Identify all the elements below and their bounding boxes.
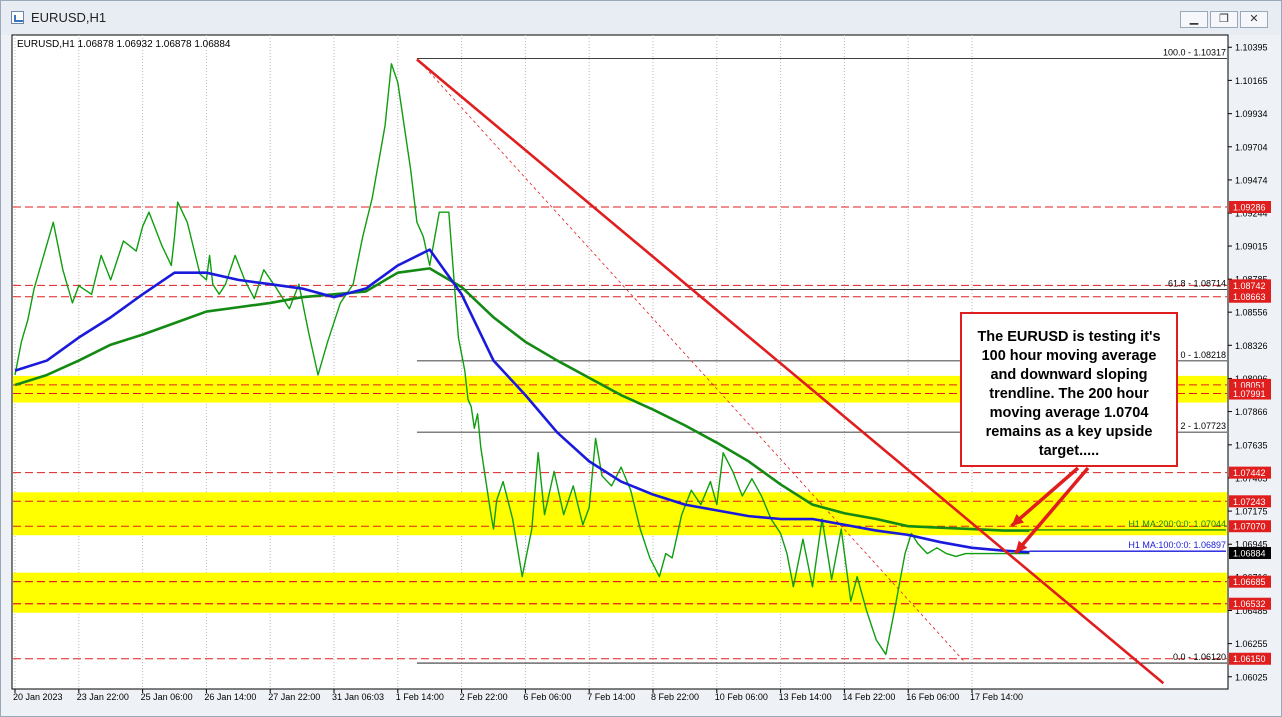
chart-header: EURUSD,H1 1.06878 1.06932 1.06878 1.0688… [17, 39, 231, 50]
price-tick-label: 1.10395 [1235, 43, 1268, 53]
price-tick-label: 1.07635 [1235, 440, 1268, 450]
price-tick-label: 1.06025 [1235, 672, 1268, 682]
price-tick-label: 1.08326 [1235, 341, 1268, 351]
price-tag-label: 1.06685 [1233, 577, 1266, 587]
price-tag-label: 1.06150 [1233, 654, 1266, 664]
time-tick-label: 16 Feb 06:00 [906, 692, 959, 702]
price-tag-label: 1.08742 [1233, 281, 1266, 291]
ma-label: H1 MA:100:0:0: 1.06897 [1128, 540, 1226, 550]
time-tick-label: 2 Feb 22:00 [460, 692, 508, 702]
time-axis: 20 Jan 2023 23 Jan 22:00 25 Jan 06:00 26 Ja… [12, 688, 1228, 702]
price-tick-label: 1.09704 [1235, 142, 1268, 152]
price-tag-label: 1.07243 [1233, 497, 1266, 507]
price-tag-label: 1.07442 [1233, 468, 1266, 478]
price-tick-label: 1.09015 [1235, 242, 1268, 252]
fib-label: 2 - 1.07723 [1180, 421, 1226, 431]
fib-label: 0 - 1.08218 [1180, 350, 1226, 360]
chart-window: EURUSD,H1 ▁ ❐ ✕ 100.0 - 1.10317 61.8 - 1.… [0, 0, 1282, 717]
time-tick-label: 25 Jan 06:00 [141, 692, 193, 702]
annotation-box: The EURUSD is testing it's 100 hour movi… [960, 312, 1178, 467]
time-tick-label: 1 Feb 14:00 [396, 692, 444, 702]
price-tick-label: 1.09474 [1235, 175, 1268, 185]
price-tag-label: 1.06532 [1233, 599, 1266, 609]
time-tick-label: 14 Feb 22:00 [842, 692, 895, 702]
time-tick-label: 23 Jan 22:00 [77, 692, 129, 702]
price-tick-label: 1.09934 [1235, 109, 1268, 119]
time-tick-label: 27 Jan 22:00 [268, 692, 320, 702]
price-tag-label: 1.08663 [1233, 292, 1266, 302]
fib-label: 0.0 - 1.06120 [1173, 652, 1226, 662]
time-tick-label: 20 Jan 2023 [13, 692, 63, 702]
fib-label: 61.8 - 1.08714 [1168, 278, 1226, 288]
price-tag-label: 1.06884 [1233, 549, 1266, 559]
time-tick-label: 8 Feb 22:00 [651, 692, 699, 702]
time-tick-label: 10 Feb 06:00 [715, 692, 768, 702]
price-tag-label: 1.07991 [1233, 389, 1266, 399]
time-tick-label: 13 Feb 14:00 [779, 692, 832, 702]
ma-label: H1 MA:200:0:0: 1.07044 [1128, 519, 1226, 529]
time-tick-label: 7 Feb 14:00 [587, 692, 635, 702]
price-tick-label: 1.10165 [1235, 76, 1268, 86]
time-tick-label: 17 Feb 14:00 [970, 692, 1023, 702]
price-axis: 1.10395 1.10165 1.09934 1.09704 1.09474 1.092… [1227, 35, 1271, 689]
price-tag-label: 1.09286 [1233, 202, 1266, 212]
time-tick-label: 6 Feb 06:00 [523, 692, 571, 702]
price-tick-label: 1.08556 [1235, 308, 1268, 318]
time-tick-label: 31 Jan 06:03 [332, 692, 384, 702]
time-tick-label: 26 Jan 14:00 [204, 692, 256, 702]
fib-label: 100.0 - 1.10317 [1163, 47, 1226, 57]
price-tick-label: 1.06255 [1235, 639, 1268, 649]
price-tick-label: 1.07175 [1235, 507, 1268, 517]
price-tick-label: 1.07866 [1235, 407, 1268, 417]
price-tag-label: 1.07070 [1233, 522, 1266, 532]
zone-band [13, 572, 1227, 613]
